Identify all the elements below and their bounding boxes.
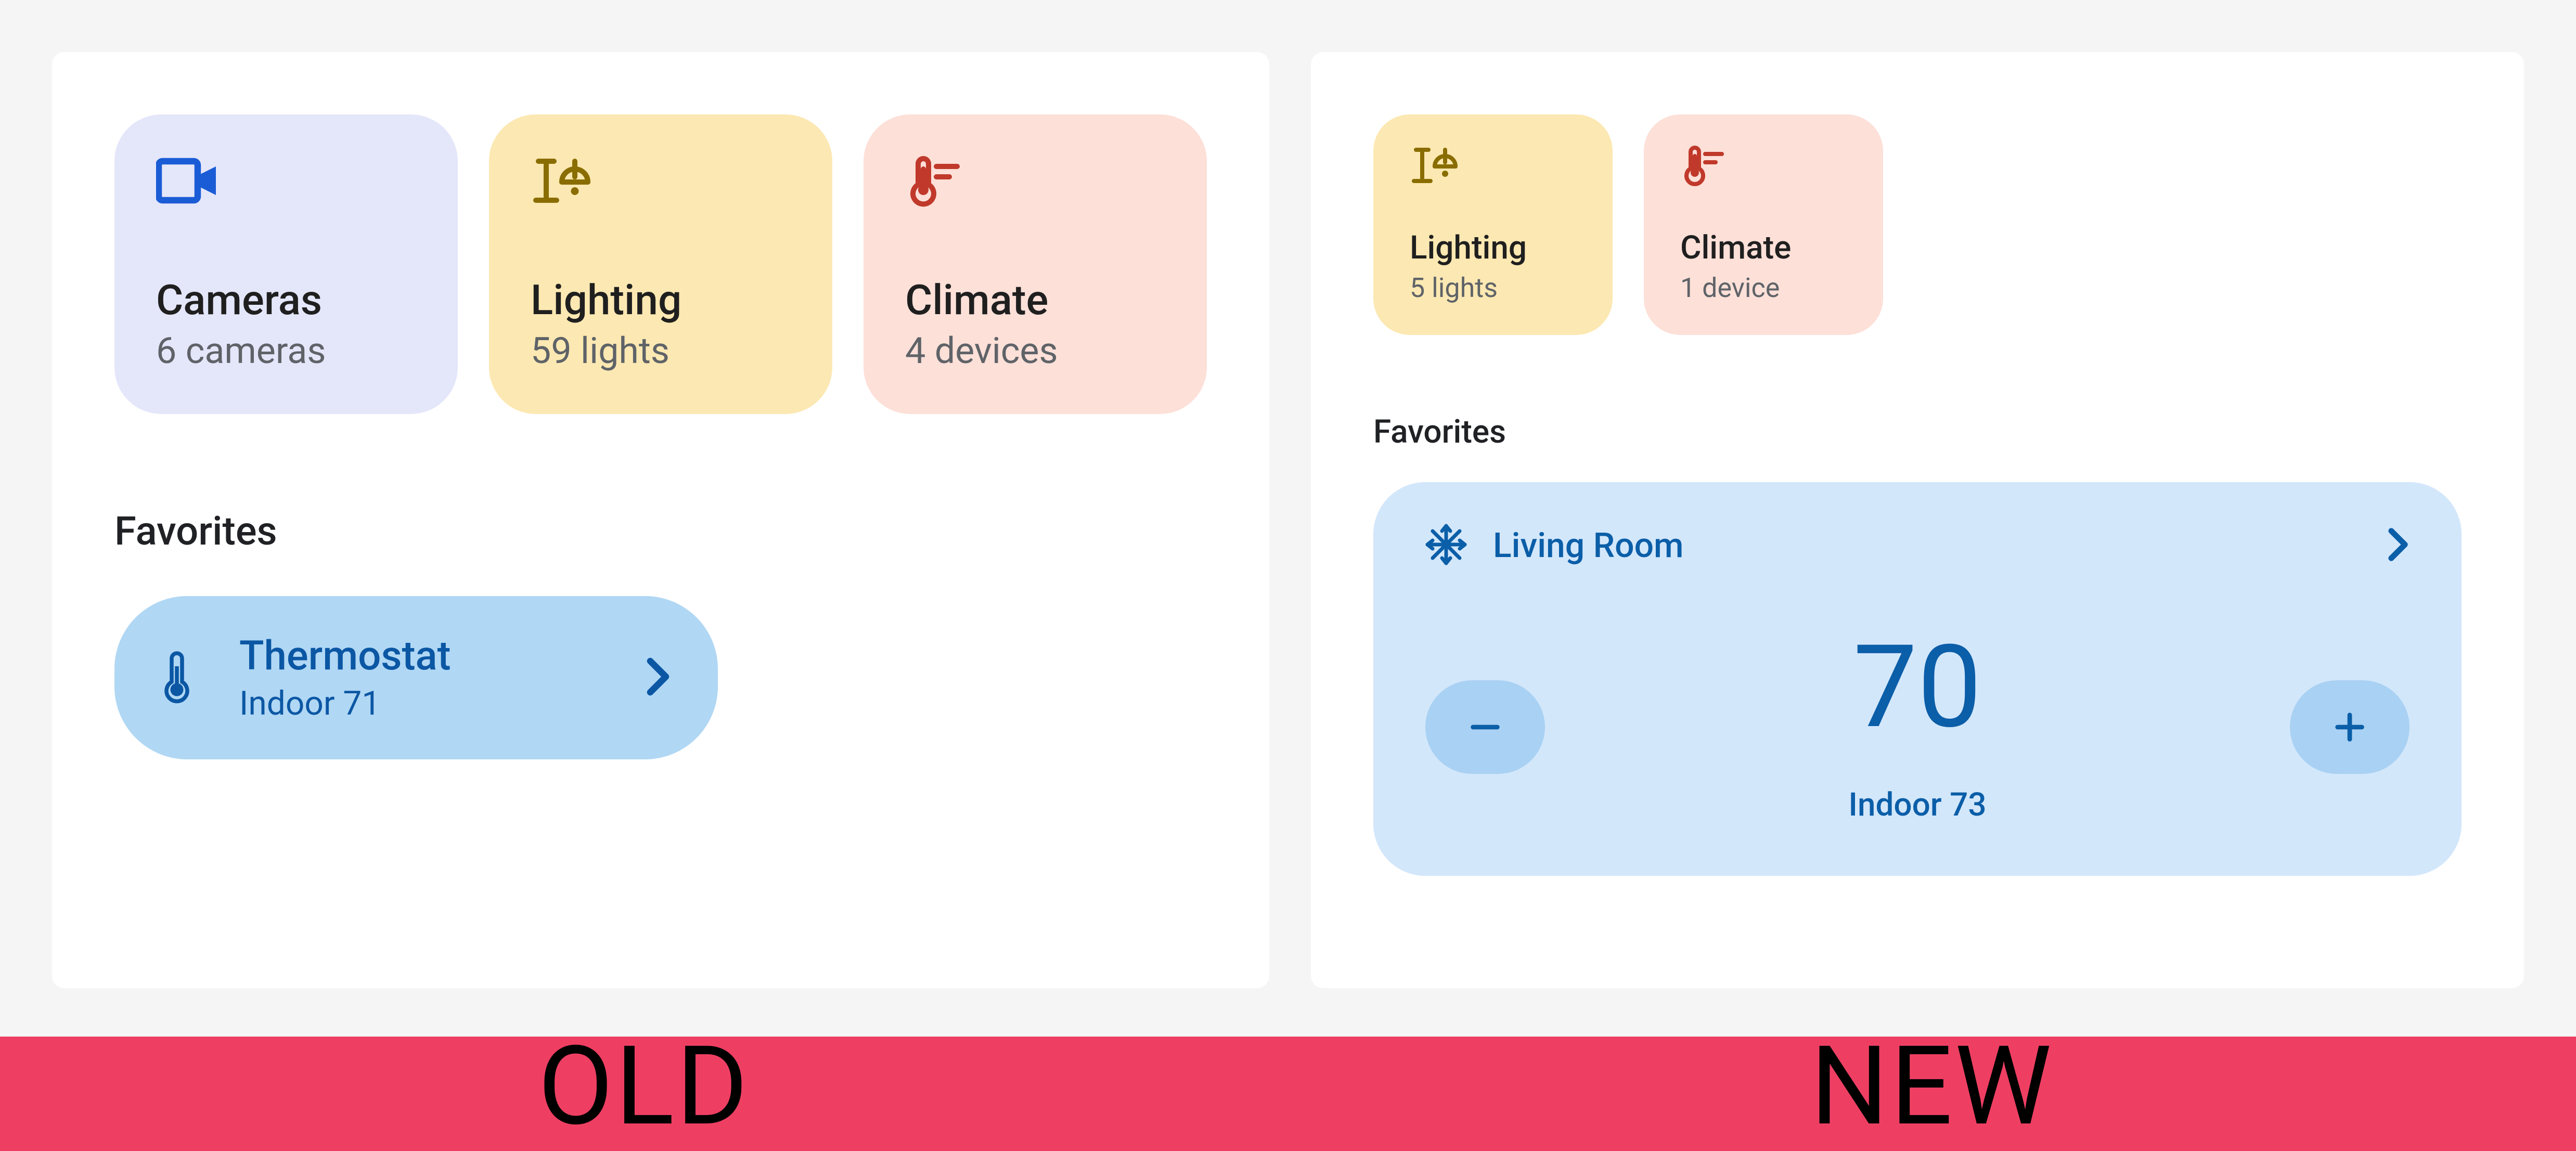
tile-lighting-old[interactable]: Lighting 59 lights	[489, 114, 832, 414]
thermostat-subtitle: Indoor 71	[239, 684, 609, 723]
tile-lighting-old-title: Lighting	[531, 276, 791, 325]
tile-lighting-new-subtitle: 5 lights	[1410, 272, 1581, 304]
chevron-right-icon	[645, 656, 671, 700]
thermostat-card-old[interactable]: Thermostat Indoor 71	[114, 596, 718, 759]
comparison-bar: OLD NEW	[0, 1037, 2576, 1151]
thermometer-icon	[161, 648, 203, 707]
temperature-down-button[interactable]	[1425, 680, 1545, 774]
new-tile-row: Lighting 5 lights Climate	[1373, 114, 2462, 335]
label-new: NEW	[1288, 1037, 2576, 1151]
tile-climate-old[interactable]: Climate 4 devices	[864, 114, 1207, 414]
living-room-card[interactable]: Living Room 70 Indoor 73	[1373, 482, 2462, 876]
favorites-heading-new: Favorites	[1373, 413, 2462, 451]
tile-lighting-new[interactable]: Lighting 5 lights	[1373, 114, 1613, 335]
temperature-display: 70 Indoor 73	[1545, 630, 2290, 824]
living-room-name: Living Room	[1493, 526, 2361, 566]
tile-climate-new[interactable]: Climate 1 device	[1644, 114, 1883, 335]
lamp-icon	[531, 156, 791, 234]
tile-climate-old-title: Climate	[905, 276, 1165, 325]
new-panel: Lighting 5 lights Climate	[1311, 52, 2524, 988]
lamp-icon	[1410, 146, 1581, 203]
tile-lighting-old-subtitle: 59 lights	[531, 330, 791, 372]
tile-climate-old-subtitle: 4 devices	[905, 330, 1165, 372]
snowflake-icon	[1425, 524, 1467, 567]
old-panel: Cameras 6 cameras	[52, 52, 1269, 988]
thermostat-text: Thermostat Indoor 71	[239, 632, 609, 723]
setpoint-value: 70	[1545, 630, 2290, 744]
temperature-up-button[interactable]	[2290, 680, 2410, 774]
living-room-header: Living Room	[1425, 524, 2410, 567]
tile-cameras-subtitle: 6 cameras	[156, 330, 416, 372]
favorites-heading-old: Favorites	[114, 508, 1207, 554]
thermostat-icon	[905, 156, 1165, 234]
tile-climate-new-title: Climate	[1680, 229, 1852, 267]
thermostat-title: Thermostat	[239, 632, 609, 680]
camera-icon	[156, 156, 416, 234]
label-old: OLD	[0, 1037, 1288, 1151]
living-room-controls: 70 Indoor 73	[1425, 630, 2410, 824]
tile-cameras[interactable]: Cameras 6 cameras	[114, 114, 458, 414]
thermostat-icon	[1680, 146, 1852, 203]
old-tile-row: Cameras 6 cameras	[114, 114, 1207, 414]
tile-cameras-title: Cameras	[156, 276, 416, 325]
tile-climate-new-subtitle: 1 device	[1680, 272, 1852, 304]
chevron-right-icon	[2387, 526, 2410, 565]
indoor-value: Indoor 73	[1545, 786, 2290, 824]
tile-lighting-new-title: Lighting	[1410, 229, 1581, 267]
